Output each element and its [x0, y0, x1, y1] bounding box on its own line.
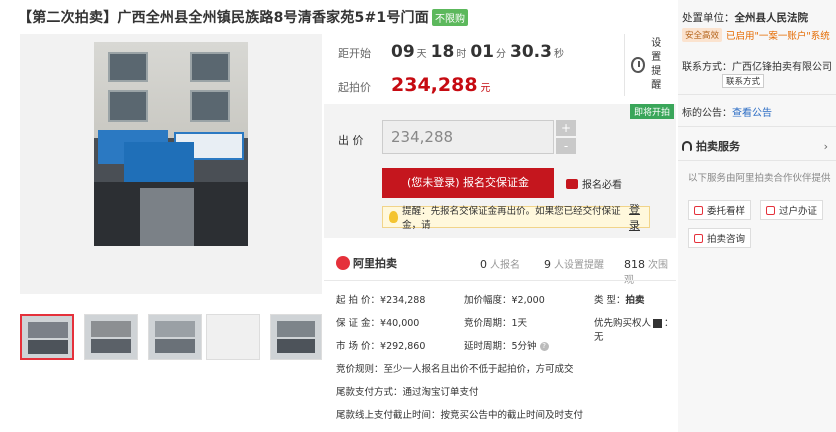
bid-label: 出 价 — [338, 134, 364, 147]
must-read-link[interactable]: 报名必看 — [566, 176, 622, 191]
countdown-minutes: 01 — [470, 42, 495, 62]
login-link[interactable]: 登录 — [629, 201, 649, 233]
right-sidebar: 处置单位：全州县人民法院 安全高效 已启用"一案一账户"系统 联系方式：广西亿锋… — [678, 0, 836, 432]
account-system-row: 安全高效 已启用"一案一账户"系统 — [682, 28, 830, 42]
currency-unit: 元 — [480, 83, 491, 94]
lightbulb-icon — [389, 211, 399, 223]
priority-label: 优先购买权人 — [594, 318, 652, 329]
button-label: 委托看样 — [707, 206, 746, 217]
detail-type-label: 类 型： — [594, 295, 626, 306]
detail-bid-period: 竞价周期：1天 — [464, 318, 528, 329]
contact-button[interactable]: 联系方式 — [722, 74, 765, 88]
countdown-days: 09 — [391, 42, 415, 62]
page-title: 【第二次拍卖】广西全州县全州镇民族路8号清香家苑5#1号门面 — [18, 10, 429, 26]
start-price-value: 234,288 — [391, 74, 478, 96]
auction-service-header[interactable]: 拍卖服务 › — [682, 138, 832, 154]
bid-price-input[interactable]: 234,288 — [382, 120, 554, 154]
location-icon — [694, 205, 703, 215]
info-icon — [653, 319, 663, 328]
detail-rule: 竞价规则：至少一人报名且出价不低于起拍价，方可成交 — [336, 364, 574, 375]
tip-text: 提醒：先报名交保证金再出价。如果您已经交付保证金，请 — [402, 206, 621, 231]
stats-bar: 阿里拍卖 0人报名 9人设置提醒 818次围观 — [324, 248, 676, 286]
start-price-label: 起拍价 — [338, 81, 371, 94]
countdown-seconds: 30.3 — [510, 42, 552, 62]
view-count: 818次围观 — [624, 256, 676, 286]
headset-icon — [682, 141, 692, 151]
chevron-right-icon: › — [823, 139, 828, 153]
view-notice-link[interactable]: 查看公告 — [732, 108, 772, 119]
auction-panel: 距开始 09 天 18 时 01 分 30.3 秒 设置提醒 起拍价 234,2… — [324, 34, 676, 432]
delay-label: 延时周期：5分钟 — [464, 341, 537, 352]
count: 818 — [624, 258, 645, 271]
reminder-count: 9 人设置提醒 — [544, 256, 604, 271]
button-label: 过户办证 — [779, 206, 818, 217]
detail-increment: 加价幅度：¥2,000 — [464, 295, 545, 306]
logo-text: 阿里拍卖 — [353, 257, 397, 270]
countdown: 距开始 09 天 18 时 01 分 30.3 秒 — [338, 42, 564, 70]
notice-label: 标的公告： — [682, 108, 732, 119]
signup-deposit-button[interactable]: (您未登录) 报名交保证金 — [382, 168, 554, 198]
detail-priority: 优先购买权人 ：无 — [594, 315, 676, 343]
entrust-inspection-button[interactable]: 委托看样 — [688, 200, 752, 220]
reminder-label: 设置提醒 — [651, 38, 662, 91]
book-icon — [566, 178, 578, 189]
disposal-label: 处置单位： — [682, 12, 735, 24]
document-icon — [766, 205, 775, 215]
start-price-row: 起拍价 234,288 元 — [338, 74, 491, 96]
thumbnail[interactable] — [206, 314, 260, 360]
detail-payment-method: 尾款支付方式：通过淘宝订单支付 — [336, 387, 479, 398]
price-stepper: + - — [556, 120, 576, 154]
thumbnail[interactable] — [270, 314, 322, 360]
help-icon[interactable]: ? — [539, 342, 549, 351]
no-purchase-limit-tag: 不限购 — [431, 8, 468, 26]
ali-logo-icon — [336, 256, 350, 270]
count: 0 — [480, 258, 487, 271]
safe-efficient-badge: 安全高效 — [682, 28, 723, 42]
detail-payment-deadline: 尾款线上支付截止时间：按竞买公告中的截止时间及时支付 — [336, 410, 584, 421]
service-description: 以下服务由阿里拍卖合作伙伴提供 — [688, 173, 831, 184]
stat-label: 人报名 — [490, 260, 520, 271]
contact-info: 联系方式：广西亿锋拍卖有限公司 — [682, 62, 832, 73]
disposal-unit: 处置单位：全州县人民法院 — [682, 10, 808, 25]
must-read-label: 报名必看 — [582, 180, 622, 191]
increase-button[interactable]: + — [556, 120, 576, 136]
unit: 分 — [496, 49, 507, 60]
court-name[interactable]: 全州县人民法院 — [735, 12, 809, 24]
thumbnail[interactable] — [84, 314, 138, 360]
detail-type-value: 拍卖 — [625, 295, 645, 306]
thumbnail[interactable] — [20, 314, 74, 360]
transfer-certificate-button[interactable]: 过户办证 — [760, 200, 824, 220]
storefront-photo — [94, 42, 248, 246]
auction-consult-button[interactable]: 拍卖咨询 — [688, 228, 752, 248]
count: 9 — [544, 258, 551, 271]
ali-auction-logo: 阿里拍卖 — [336, 255, 397, 271]
detail-deposit: 保 证 金：¥40,000 — [336, 318, 420, 329]
bid-box: 即将开拍 出 价 234,288 + - (您未登录) 报名交保证金 报名必看 … — [324, 104, 676, 238]
title-bar: 【第二次拍卖】广西全州县全州镇民族路8号清香家苑5#1号门面 不限购 — [0, 0, 676, 34]
decrease-button[interactable]: - — [556, 138, 576, 154]
service-title: 拍卖服务 — [696, 140, 740, 153]
unit: 秒 — [553, 49, 564, 60]
chat-icon — [694, 233, 703, 243]
stat-label: 人设置提醒 — [554, 260, 604, 271]
detail-type: 类 型：拍卖 — [594, 292, 645, 306]
main-photo[interactable] — [20, 34, 322, 294]
thumbnail-strip — [20, 314, 322, 360]
button-label: 拍卖咨询 — [707, 234, 746, 245]
unit: 时 — [456, 49, 467, 60]
status-badge: 即将开拍 — [629, 104, 674, 119]
signup-count: 0 人报名 — [480, 256, 520, 271]
alarm-clock-icon — [631, 57, 646, 73]
account-system-link[interactable]: 已启用"一案一账户"系统 — [726, 28, 830, 42]
detail-market-price: 市 场 价：¥292,860 — [336, 341, 426, 352]
notice-row: 标的公告：查看公告 — [682, 104, 772, 119]
countdown-hours: 18 — [430, 42, 455, 62]
set-reminder-button[interactable]: 设置提醒 — [624, 34, 670, 96]
thumbnail[interactable] — [148, 314, 202, 360]
unit: 天 — [416, 49, 427, 60]
detail-delay-period: 延时周期：5分钟? — [464, 338, 549, 352]
deposit-tip: 提醒：先报名交保证金再出价。如果您已经交付保证金，请 登录 — [382, 203, 650, 232]
countdown-label: 距开始 — [338, 47, 371, 60]
detail-start-price: 起 拍 价：¥234,288 — [336, 295, 426, 306]
